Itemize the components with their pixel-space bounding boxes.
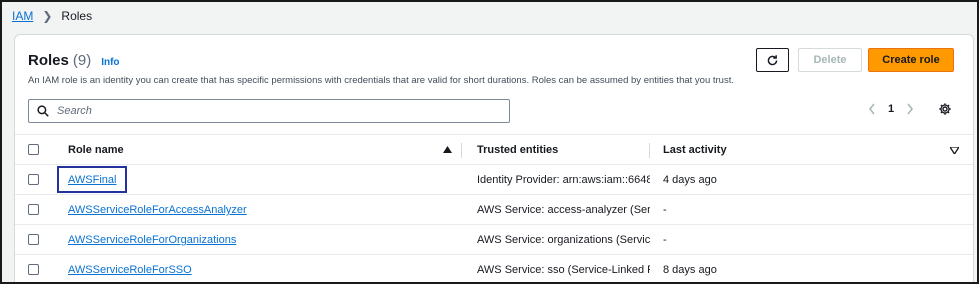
info-link[interactable]: Info (101, 57, 119, 68)
table-row[interactable]: AWSServiceRoleForOrganizations AWS Servi… (15, 225, 973, 255)
search-box[interactable] (28, 99, 510, 123)
trusted-entity-text: Identity Provider: arn:aws:iam::6648 (477, 174, 650, 186)
select-all-checkbox[interactable] (28, 144, 39, 155)
roles-table: Role name Trusted entities Last activity… (15, 134, 973, 282)
current-page[interactable]: 1 (888, 103, 894, 115)
caret-down-icon[interactable] (950, 147, 959, 154)
refresh-button[interactable] (756, 48, 789, 72)
trusted-entity-text: AWS Service: access-analyzer ( (477, 204, 634, 216)
search-icon (37, 105, 49, 117)
iam-roles-screen: IAM ❯ Roles Roles (9) Info An IAM role i… (0, 0, 979, 284)
last-activity: - (663, 234, 667, 246)
roles-count: (9) (72, 52, 92, 69)
page-description: An IAM role is an identity you can creat… (28, 75, 734, 86)
breadcrumb-link-iam[interactable]: IAM (12, 9, 33, 23)
service-linked-tooltip[interactable]: Service- (619, 234, 650, 246)
last-activity: 4 days ago (663, 174, 717, 186)
row-checkbox[interactable] (28, 264, 39, 275)
role-name-link[interactable]: AWSServiceRoleForSSO (68, 264, 192, 276)
breadcrumb: IAM ❯ Roles (12, 9, 92, 23)
last-activity: - (663, 204, 667, 216)
delete-button[interactable]: Delete (798, 48, 862, 72)
column-header-role-name[interactable]: Role name (68, 144, 124, 156)
trusted-entity: AWS Service: sso (Service-Linked Rol (477, 264, 650, 276)
trusted-entity-text: AWS Service: organizations ( (477, 234, 620, 246)
trusted-entity: AWS Service: organizations (Service- (477, 234, 650, 246)
chevron-right-icon: ❯ (42, 9, 53, 23)
trusted-entity-text: AWS Service: sso ( (477, 264, 572, 276)
row-checkbox[interactable] (28, 174, 39, 185)
table-row[interactable]: AWSServiceRoleForSSO AWS Service: sso (S… (15, 255, 973, 282)
last-activity: 8 days ago (663, 264, 717, 276)
role-name-link[interactable]: AWSServiceRoleForAccessAnalyzer (68, 204, 247, 216)
table-row[interactable]: AWSFinal Identity Provider: arn:aws:iam:… (15, 165, 973, 195)
column-header-last-activity[interactable]: Last activity (663, 144, 727, 156)
service-linked-tooltip[interactable]: Service-Linked Rol (571, 264, 650, 276)
role-name-link[interactable]: AWSFinal (68, 174, 117, 186)
refresh-icon (767, 54, 778, 65)
panel-header: Roles (9) Info (28, 52, 120, 69)
next-page-icon[interactable] (906, 103, 914, 115)
service-linked-tooltip[interactable]: Servic (633, 204, 650, 216)
previous-page-icon[interactable] (868, 103, 876, 115)
create-role-button[interactable]: Create role (868, 48, 954, 72)
column-header-trusted-entities[interactable]: Trusted entities (477, 144, 650, 156)
table-header: Role name Trusted entities Last activity (15, 134, 973, 165)
row-checkbox[interactable] (28, 234, 39, 245)
pagination: 1 (868, 103, 914, 115)
page-title: Roles (28, 52, 69, 69)
trusted-entity: Identity Provider: arn:aws:iam::6648 (477, 174, 650, 186)
column-divider[interactable] (461, 143, 462, 158)
trusted-entity: AWS Service: access-analyzer (Servic (477, 204, 650, 216)
roles-panel: Roles (9) Info An IAM role is an identit… (14, 34, 974, 282)
row-checkbox[interactable] (28, 204, 39, 215)
sort-ascending-icon[interactable] (443, 146, 452, 153)
gear-icon[interactable] (938, 102, 952, 116)
breadcrumb-current: Roles (61, 9, 93, 23)
role-name-link[interactable]: AWSServiceRoleForOrganizations (68, 234, 236, 246)
table-row[interactable]: AWSServiceRoleForAccessAnalyzer AWS Serv… (15, 195, 973, 225)
column-divider[interactable] (649, 143, 650, 158)
search-input[interactable] (55, 104, 495, 118)
